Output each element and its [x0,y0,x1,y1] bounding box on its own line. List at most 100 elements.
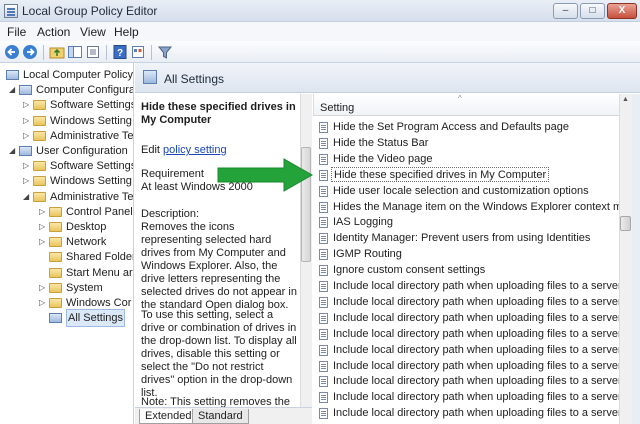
setting-name: Ignore custom consent settings [333,264,486,277]
menu-file[interactable]: File [7,25,26,39]
toolbar-separator [151,45,152,60]
tree-item[interactable]: ▷ Administrative Te [0,128,133,144]
tree-item[interactable]: Local Computer Policy [0,67,134,83]
tree-item[interactable]: ◢ Administrative Te [0,189,134,205]
tree-item[interactable]: ◢ User Configuration [0,143,133,159]
setting-row[interactable]: Include local directory path when upload… [313,342,619,358]
tree-item[interactable]: ▷ System [0,280,133,296]
tab-extended[interactable]: Extended [139,409,198,424]
expand-arrow-icon[interactable]: ▷ [39,219,47,235]
setting-column-label: Setting [320,102,355,114]
setting-name: Include local directory path when upload… [333,327,619,340]
export-list-icon[interactable] [85,44,101,60]
close-button[interactable]: X [607,3,637,19]
collapse-arrow-icon[interactable]: ◢ [9,82,17,98]
setting-row[interactable]: IAS Logging [313,214,619,230]
setting-column-header[interactable]: ^ Setting [313,94,619,116]
help-icon[interactable]: ? [112,44,128,60]
folder-icon [49,206,62,217]
settings-scrollbar[interactable] [619,94,632,424]
collapse-arrow-icon[interactable]: ◢ [9,143,17,159]
description-label: Description: [141,208,200,220]
tree-item-label: Start Menu ar [66,266,133,279]
toolbar-separator [43,45,44,60]
menu-action[interactable]: Action [37,25,70,39]
policy-setting-icon [319,265,328,277]
tree-item[interactable]: ▷ Control Panel [0,204,133,220]
up-folder-icon[interactable] [49,44,65,60]
expand-arrow-icon[interactable]: ▷ [39,204,47,220]
setting-row[interactable]: Hide the Video page [313,151,619,167]
tree-item[interactable]: Start Menu ar [0,265,133,281]
folder-icon [33,130,46,141]
policy-setting-icon [319,408,328,420]
policy-icon [49,313,62,324]
setting-row[interactable]: Include local directory path when upload… [313,405,619,421]
folder-icon [33,161,46,172]
setting-row[interactable]: Ignore custom consent settings [313,262,619,278]
forward-icon[interactable] [22,44,38,60]
description-paragraph-1: Removes the icons representing selected … [141,221,297,311]
policy-setting-icon [319,344,328,356]
tree-item-label: Local Computer Policy [23,69,134,81]
setting-row[interactable]: Include local directory path when upload… [313,326,619,342]
setting-row[interactable]: Include local directory path when upload… [313,294,619,310]
filter-icon[interactable] [157,44,173,60]
setting-row[interactable]: Hide these specified drives in My Comput… [313,166,619,183]
maximize-button[interactable]: □ [580,3,605,19]
folder-icon [49,252,62,263]
show-hide-tree-icon[interactable] [67,44,83,60]
expand-arrow-icon[interactable]: ▷ [23,173,31,189]
expand-arrow-icon[interactable]: ▷ [23,158,31,174]
setting-row[interactable]: Include local directory path when upload… [313,358,619,374]
app-icon [4,4,18,18]
tree-item-label: Control Panel [66,205,133,218]
tree-item[interactable]: ◢ Computer Configura [0,82,133,98]
expand-arrow-icon[interactable]: ▷ [39,295,47,311]
setting-row[interactable]: Include local directory path when upload… [313,389,619,405]
setting-row[interactable]: Identity Manager: Prevent users from usi… [313,230,619,246]
tree-item[interactable]: ▷ Software Settings [0,158,133,174]
folder-icon [33,115,46,126]
tree-item[interactable]: ▷ Network [0,234,133,250]
expand-arrow-icon[interactable]: ▷ [39,234,47,250]
setting-row[interactable]: Include local directory path when upload… [313,310,619,326]
setting-row[interactable]: Hide user locale selection and customiza… [313,183,619,199]
expand-arrow-icon[interactable]: ▷ [23,113,31,129]
minimize-button[interactable]: – [553,3,578,19]
tree-item[interactable]: ▷ Software Settings [0,97,133,113]
tree-item[interactable]: ▷ Windows Setting [0,173,133,189]
expand-arrow-icon[interactable]: ▷ [23,128,31,144]
setting-row[interactable]: Include local directory path when upload… [313,373,619,389]
tree-item[interactable]: ▷ Windows Setting [0,113,133,129]
setting-row[interactable]: Hides the Manage item on the Windows Exp… [313,199,619,215]
menu-help[interactable]: Help [114,25,139,39]
policy-setting-link[interactable]: policy setting [163,144,227,156]
tree-item[interactable]: ▷ Desktop [0,219,133,235]
expand-arrow-icon[interactable]: ▷ [39,280,47,296]
tree-item[interactable]: Shared Folder [0,249,133,265]
folder-icon [49,237,62,248]
setting-row[interactable]: Hide the Status Bar [313,135,619,151]
settings-scroll-thumb[interactable] [620,216,631,231]
policy-setting-icon [319,312,328,324]
policy-setting-icon [319,217,328,229]
setting-row[interactable]: Include local directory path when upload… [313,278,619,294]
description-paragraph-2: To use this setting, select a drive or c… [141,309,297,399]
description-pane: Hide these specified drives in My Comput… [135,94,312,407]
setting-name: Include local directory path when upload… [333,343,619,356]
setting-row[interactable]: Hide the Set Program Access and Defaults… [313,119,619,135]
collapse-arrow-icon[interactable]: ◢ [23,189,31,205]
back-icon[interactable] [4,44,20,60]
expand-arrow-icon[interactable]: ▷ [23,97,31,113]
setting-row[interactable]: IGMP Routing [313,246,619,262]
tab-standard[interactable]: Standard [192,409,249,424]
menu-view[interactable]: View [80,25,106,39]
all-settings-icon [143,70,157,84]
settings-list: Hide the Set Program Access and Defaults… [313,118,619,424]
tree-item[interactable]: All Settings [0,309,133,328]
view-tabs: Extended Standard [135,407,312,424]
properties-icon[interactable] [130,44,146,60]
scroll-up-icon[interactable]: ▲ [620,96,631,107]
tree-item-label: Administrative Te [50,190,134,203]
